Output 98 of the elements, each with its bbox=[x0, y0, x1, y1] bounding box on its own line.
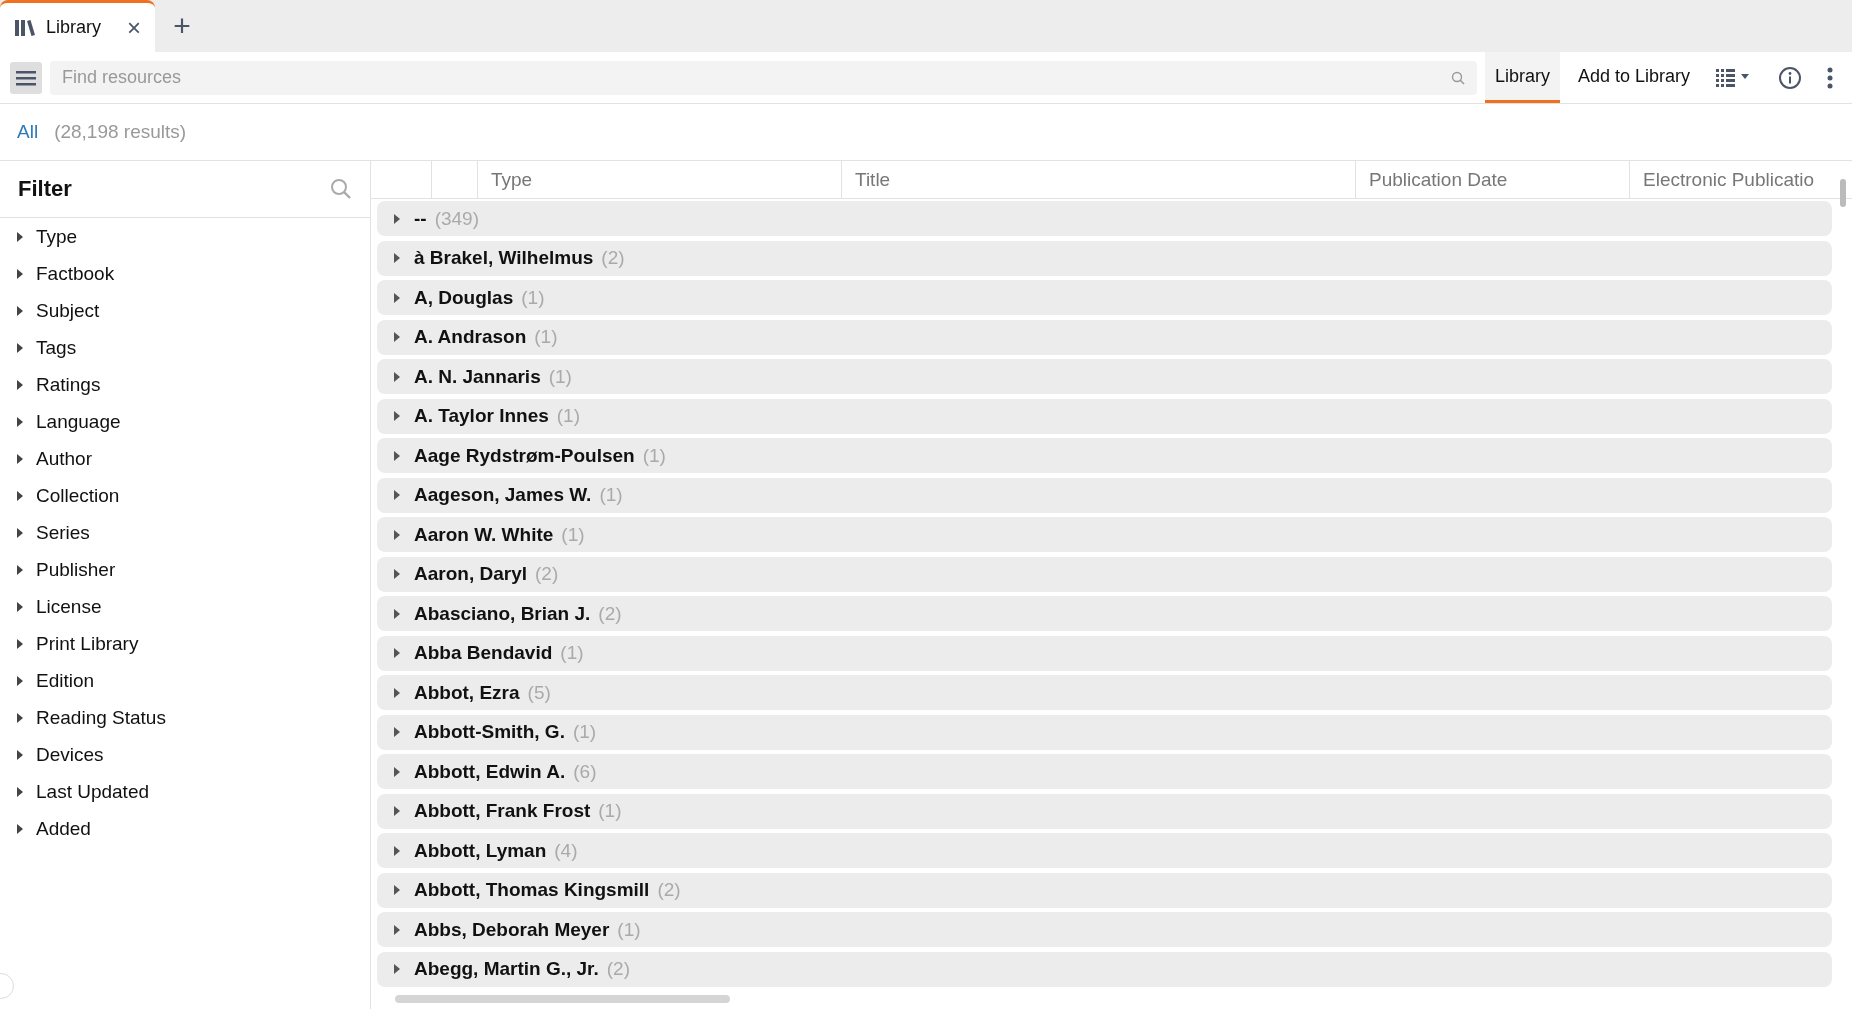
view-tab[interactable]: Library bbox=[1484, 52, 1560, 103]
more-icon bbox=[1826, 65, 1834, 90]
close-tab-button[interactable]: × bbox=[127, 13, 141, 42]
group-name: Abba Bendavid bbox=[414, 642, 553, 664]
all-link[interactable]: All bbox=[17, 121, 39, 143]
library-tab[interactable]: Library × bbox=[0, 0, 155, 52]
group-row[interactable]: Aage Rydstrøm-Poulsen (1) bbox=[377, 438, 1832, 473]
group-name: Abbot, Ezra bbox=[414, 681, 520, 704]
group-name: Abbott, Edwin A. bbox=[414, 760, 566, 783]
group-count: (4) bbox=[554, 839, 578, 862]
group-name: à Brakel, Wilhelmus bbox=[414, 247, 594, 269]
search-icon bbox=[1450, 70, 1465, 85]
filter-item[interactable]: Last Updated bbox=[0, 773, 370, 810]
filter-item[interactable]: Series bbox=[0, 514, 370, 551]
group-row[interactable]: -- (349) bbox=[377, 201, 1832, 236]
info-icon bbox=[1778, 65, 1802, 90]
group-row[interactable]: Abegg, Martin G., Jr. (2) bbox=[377, 951, 1832, 987]
group-row[interactable]: Abbott-Smith, G. (1) bbox=[377, 714, 1832, 750]
group-count: (1) bbox=[642, 444, 666, 467]
group-name: Abbott-Smith, G. bbox=[414, 721, 565, 743]
group-name: -- bbox=[414, 207, 427, 230]
search-field[interactable]: Find resources bbox=[50, 60, 1477, 95]
filter-item[interactable]: Print Library bbox=[0, 625, 370, 662]
group-name: A, Douglas bbox=[414, 286, 514, 309]
group-name: A. Andrason bbox=[414, 326, 527, 348]
column-header[interactable]: Publication Date bbox=[1355, 161, 1629, 198]
group-count: (2) bbox=[535, 563, 559, 585]
group-row[interactable]: Abbott, Thomas Kingsmill (2) bbox=[377, 872, 1832, 908]
filter-item[interactable]: Type bbox=[0, 218, 370, 255]
group-name: A. N. Jannaris bbox=[414, 365, 541, 388]
filter-item[interactable]: Devices bbox=[0, 736, 370, 773]
group-count: (5) bbox=[527, 681, 551, 704]
group-row[interactable]: Aaron W. White (1) bbox=[377, 517, 1832, 552]
group-count: (2) bbox=[601, 247, 625, 269]
group-count: (1) bbox=[617, 918, 641, 941]
group-row[interactable]: Abbott, Lyman (4) bbox=[377, 833, 1832, 868]
filter-item[interactable]: Ratings bbox=[0, 366, 370, 403]
group-name: Abegg, Martin G., Jr. bbox=[414, 958, 599, 980]
group-count: (6) bbox=[573, 760, 597, 783]
group-row[interactable]: A. Taylor Innes (1) bbox=[377, 398, 1832, 434]
group-name: Abbs, Deborah Meyer bbox=[414, 918, 610, 941]
group-name: Aageson, James W. bbox=[414, 484, 592, 506]
filter-item[interactable]: Tags bbox=[0, 329, 370, 366]
group-row[interactable]: Aaron, Daryl (2) bbox=[377, 556, 1832, 592]
scrollbar[interactable] bbox=[395, 995, 730, 1003]
group-count: (349) bbox=[434, 207, 479, 230]
group-count: (1) bbox=[560, 642, 584, 664]
group-name: Aage Rydstrøm-Poulsen bbox=[414, 444, 635, 467]
group-name: A. Taylor Innes bbox=[414, 405, 549, 427]
group-count: (1) bbox=[556, 405, 581, 427]
filter-item[interactable]: Added bbox=[0, 810, 370, 847]
filter-item[interactable]: Edition bbox=[0, 662, 370, 699]
menu-icon bbox=[16, 69, 36, 86]
group-row[interactable]: A. Andrason (1) bbox=[377, 319, 1832, 355]
group-row[interactable]: A, Douglas (1) bbox=[377, 280, 1832, 315]
group-row[interactable]: Aageson, James W. (1) bbox=[377, 477, 1832, 513]
group-count: (1) bbox=[572, 721, 597, 743]
group-row[interactable]: A. N. Jannaris (1) bbox=[377, 359, 1832, 394]
group-count: (2) bbox=[657, 879, 681, 901]
new-tab-button[interactable]: + bbox=[155, 0, 209, 52]
group-row[interactable]: Abba Bendavid (1) bbox=[377, 635, 1832, 671]
group-count: (1) bbox=[548, 365, 572, 388]
group-name: Abasciano, Brian J. bbox=[414, 602, 591, 625]
group-row[interactable]: Abbott, Edwin A. (6) bbox=[377, 754, 1832, 789]
tab-label: Library bbox=[46, 17, 102, 38]
group-count: (1) bbox=[598, 800, 622, 822]
group-count: (2) bbox=[598, 602, 622, 625]
filter-item[interactable]: Language bbox=[0, 403, 370, 440]
books-icon bbox=[14, 18, 36, 37]
group-row[interactable]: Abbot, Ezra (5) bbox=[377, 675, 1832, 710]
results-count: (28,198 results) bbox=[54, 121, 187, 143]
group-count: (2) bbox=[606, 958, 630, 980]
filter-item[interactable]: Publisher bbox=[0, 551, 370, 588]
group-row[interactable]: Abasciano, Brian J. (2) bbox=[377, 596, 1832, 631]
column-header[interactable]: Title bbox=[841, 161, 1355, 198]
group-count: (1) bbox=[521, 286, 545, 309]
filter-item[interactable]: Factbook bbox=[0, 255, 370, 292]
filter-item[interactable]: Subject bbox=[0, 292, 370, 329]
filter-title: Filter bbox=[18, 176, 72, 202]
group-name: Aaron, Daryl bbox=[414, 563, 527, 585]
group-row[interactable]: à Brakel, Wilhelmus (2) bbox=[377, 240, 1832, 276]
group-name: Aaron W. White bbox=[414, 523, 554, 546]
filter-item[interactable]: License bbox=[0, 588, 370, 625]
group-name: Abbott, Frank Frost bbox=[414, 800, 591, 822]
group-count: (1) bbox=[599, 484, 623, 506]
group-name: Abbott, Thomas Kingsmill bbox=[414, 879, 650, 901]
column-header[interactable]: Type bbox=[477, 161, 841, 198]
filter-item[interactable]: Author bbox=[0, 440, 370, 477]
group-count: (1) bbox=[561, 523, 585, 546]
group-row[interactable]: Abbott, Frank Frost (1) bbox=[377, 793, 1832, 829]
scrollbar[interactable] bbox=[1840, 179, 1846, 207]
menu-button[interactable] bbox=[10, 61, 42, 94]
group-count: (1) bbox=[534, 326, 558, 348]
group-row[interactable]: Abbs, Deborah Meyer (1) bbox=[377, 912, 1832, 947]
filter-item[interactable]: Reading Status bbox=[0, 699, 370, 736]
view-tab[interactable]: Add to Library bbox=[1567, 52, 1700, 103]
filter-item[interactable]: Collection bbox=[0, 477, 370, 514]
group-name: Abbott, Lyman bbox=[414, 839, 547, 862]
